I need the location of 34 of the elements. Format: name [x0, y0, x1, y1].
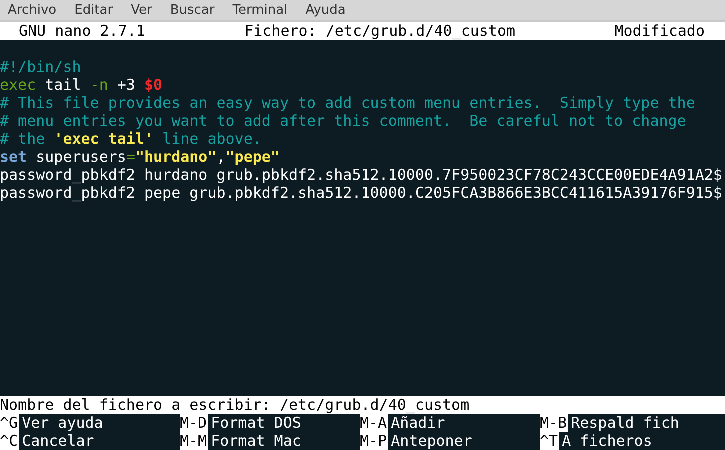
- code-line: # menu entries you want to add after this comment. Be careful not to change: [0, 112, 688, 130]
- shortcut-label[interactable]: A ficheros: [559, 432, 720, 450]
- code-line: set superusers="hurdano","pepe": [0, 148, 281, 166]
- shortcut-key: ^C: [0, 432, 20, 450]
- filename-prompt[interactable]: Nombre del fichero a escribir: /etc/grub.d/40_custom: [0, 396, 725, 414]
- shortcut-key: M-M: [180, 432, 208, 450]
- code-line: # the 'exec tail' line above.: [0, 130, 263, 148]
- shortcut-label[interactable]: Format Mac: [208, 432, 360, 450]
- shortcut-label[interactable]: Añadir: [388, 414, 540, 432]
- shortcut-key: M-A: [360, 414, 388, 432]
- code-line: password_pbkdf2 pepe grub.pbkdf2.sha512.10000.C205FCA3B866E3BCC411615A39176F915$: [0, 184, 724, 202]
- menu-item[interactable]: Buscar: [170, 2, 215, 18]
- shortcut-label[interactable]: Respald fich: [568, 414, 720, 432]
- shortcut-label[interactable]: Cancelar: [19, 432, 180, 450]
- shortcut-label[interactable]: Ver ayuda: [19, 414, 180, 432]
- menu-item[interactable]: Ayuda: [306, 2, 346, 18]
- menu-item[interactable]: Ver: [131, 2, 152, 18]
- app-version: GNU nano 2.7.1: [19, 22, 146, 40]
- code-line: password_pbkdf2 hurdano grub.pbkdf2.sha512.10000.7F950023CF78C243CCE00EDE4A91A2$: [0, 166, 724, 184]
- shortcut-label[interactable]: Anteponer: [388, 432, 540, 450]
- code-line: # This file provides an easy way to add custom menu entries. Simply type the: [0, 94, 696, 112]
- shortcut-key: M-D: [180, 414, 208, 432]
- shortcut-key: M-P: [360, 432, 388, 450]
- menu-item[interactable]: Terminal: [232, 2, 288, 18]
- menu-item[interactable]: Editar: [74, 2, 114, 18]
- shortcut-key: M-B: [540, 414, 568, 432]
- code-line: exec tail -n +3 $0: [0, 76, 164, 94]
- shortcut-key: ^T: [540, 432, 560, 450]
- shortcut-label[interactable]: Format DOS: [208, 414, 360, 432]
- shortcut-key: ^G: [0, 414, 20, 432]
- modified-status: Modificado: [614, 22, 705, 40]
- menu-item[interactable]: Archivo: [8, 2, 57, 18]
- file-name: Fichero: /etc/grub.d/40_custom: [244, 22, 516, 40]
- code-line: #!/bin/sh: [0, 58, 82, 76]
